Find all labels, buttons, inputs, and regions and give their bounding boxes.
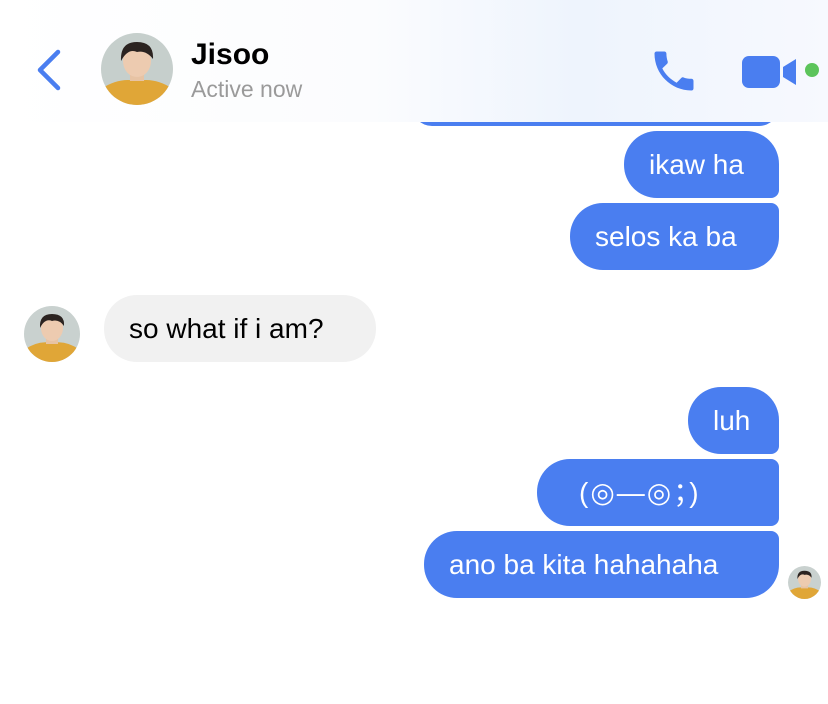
message-text: ano ba kita hahahaha — [449, 549, 719, 580]
message-bubble-incoming[interactable]: so what if i am? — [104, 295, 376, 362]
profile-photo — [788, 566, 821, 599]
active-status: Active now — [191, 76, 303, 102]
message-text: so what if i am? — [129, 313, 324, 344]
contact-name[interactable]: Jisoo — [191, 38, 269, 72]
message-bubble-outgoing[interactable]: (◎—◎；) — [537, 459, 779, 526]
chevron-left-icon — [37, 49, 61, 91]
message-bubble-outgoing[interactable]: ano ba kita hahahaha — [424, 531, 779, 598]
profile-photo — [101, 33, 173, 105]
message-bubble-outgoing[interactable]: selos ka ba — [570, 203, 779, 270]
video-camera-icon — [742, 56, 796, 88]
video-call-button[interactable] — [740, 54, 800, 90]
message-text: selos ka ba — [595, 221, 737, 252]
phone-icon — [654, 51, 694, 91]
profile-photo — [24, 306, 80, 362]
message-text: luh — [713, 405, 751, 436]
contact-avatar[interactable] — [101, 33, 173, 105]
back-button[interactable] — [30, 46, 66, 94]
message-bubble-outgoing[interactable]: ikaw ha — [624, 131, 779, 198]
message-text: ikaw ha — [649, 149, 744, 180]
message-bubble-outgoing[interactable]: luh — [688, 387, 779, 454]
voice-call-button[interactable] — [648, 45, 700, 97]
contact-avatar[interactable] — [24, 306, 80, 362]
seen-indicator-avatar — [788, 566, 821, 599]
message-text: (◎—◎；) — [579, 477, 701, 508]
chat-header: Jisoo Active now — [0, 0, 828, 122]
active-status-dot — [805, 63, 819, 77]
